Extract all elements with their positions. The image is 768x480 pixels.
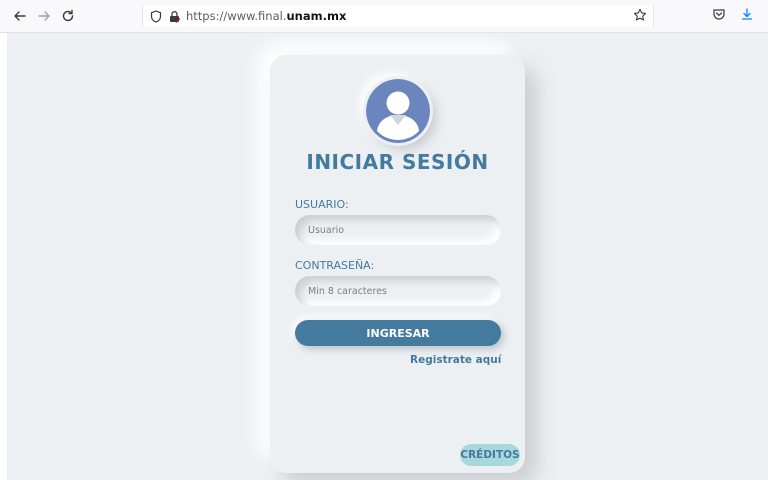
- url-text[interactable]: https://www.final.unam.mx: [186, 9, 346, 23]
- lock-icon[interactable]: [165, 7, 183, 25]
- login-button[interactable]: INGRESAR: [295, 320, 501, 346]
- arrow-right-icon: [38, 11, 50, 21]
- browser-toolbar: https://www.final.unam.mx: [0, 0, 768, 33]
- page-background: INICIAR SESIÓN USUARIO: CONTRASEÑA: INGR…: [7, 33, 768, 480]
- bookmark-star-icon[interactable]: [633, 7, 647, 26]
- download-icon[interactable]: [740, 6, 754, 25]
- shield-icon[interactable]: [147, 7, 165, 25]
- username-input[interactable]: [295, 215, 501, 245]
- register-link[interactable]: Registrate aquí: [410, 354, 501, 366]
- password-label: CONTRASEÑA:: [295, 259, 375, 272]
- toolbar-right-icons: [712, 6, 754, 25]
- login-card: INICIAR SESIÓN USUARIO: CONTRASEÑA: INGR…: [270, 55, 525, 473]
- password-input[interactable]: [295, 276, 501, 306]
- arrow-left-icon: [14, 11, 26, 21]
- username-label: USUARIO:: [295, 198, 349, 211]
- address-bar[interactable]: https://www.final.unam.mx: [142, 5, 654, 27]
- forward-button[interactable]: [33, 5, 55, 27]
- pocket-icon[interactable]: [712, 6, 726, 25]
- user-avatar-icon: [366, 79, 430, 143]
- back-button[interactable]: [9, 5, 31, 27]
- login-title: INICIAR SESIÓN: [306, 150, 489, 174]
- credits-button[interactable]: CRÉDITOS: [460, 444, 520, 466]
- reload-button[interactable]: [57, 5, 79, 27]
- reload-icon: [62, 9, 74, 22]
- url-domain: unam.mx: [286, 9, 347, 23]
- url-prefix: https://www.final.: [186, 9, 287, 23]
